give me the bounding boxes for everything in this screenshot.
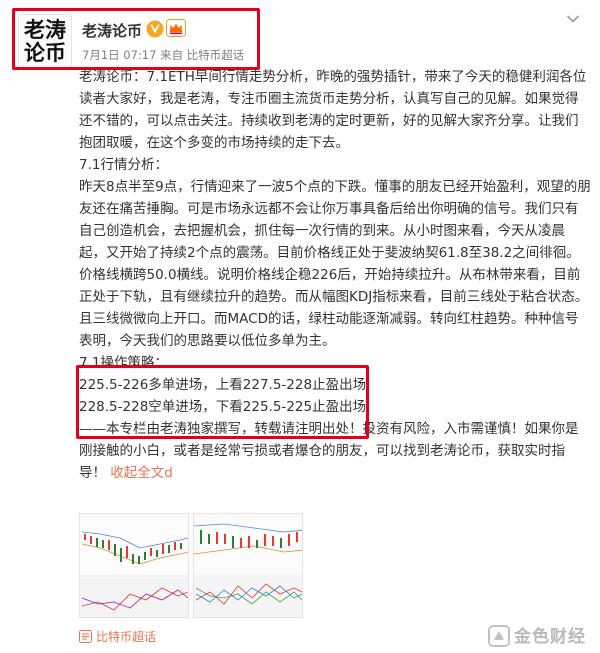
highlight-box-header <box>12 8 260 70</box>
candlestick-chart-icon <box>80 514 188 617</box>
chart-thumbnail-1[interactable] <box>79 513 189 618</box>
topic-link[interactable]: 比特币超话 <box>79 628 156 645</box>
watermark-logo <box>488 625 510 647</box>
collapse-full-text-link[interactable]: 收起全文 <box>110 465 164 481</box>
watermark-text: 金色财经 <box>514 627 586 647</box>
watermark: 金色财经 <box>488 622 586 650</box>
analysis-title: 7.1行情分析： <box>79 157 168 173</box>
image-thumbnails <box>79 513 303 618</box>
chevron-down-icon[interactable] <box>566 14 580 24</box>
topic-icon <box>79 630 92 643</box>
intro-paragraph: 老涛论币：7.1ETH早间行情走势分析，昨晚的强势插针，带来了今天的稳健利润各位… <box>79 69 587 151</box>
chart-thumbnail-2[interactable] <box>193 513 303 618</box>
analysis-paragraph: 昨天8点半至9点，行情迎来了一波5个点的下跌。懂事的朋友已经开始盈利，观望的朋友… <box>79 179 591 349</box>
collapse-suffix: d <box>164 465 173 481</box>
topic-label: 比特币超话 <box>96 630 157 644</box>
highlight-box-strategy <box>76 365 369 439</box>
indicator-chart-icon <box>194 514 302 617</box>
weibo-post: 老涛 论币 老涛论币 7月1日 07:17 来自 比特币超话 老涛论币：7.1E… <box>0 0 600 653</box>
